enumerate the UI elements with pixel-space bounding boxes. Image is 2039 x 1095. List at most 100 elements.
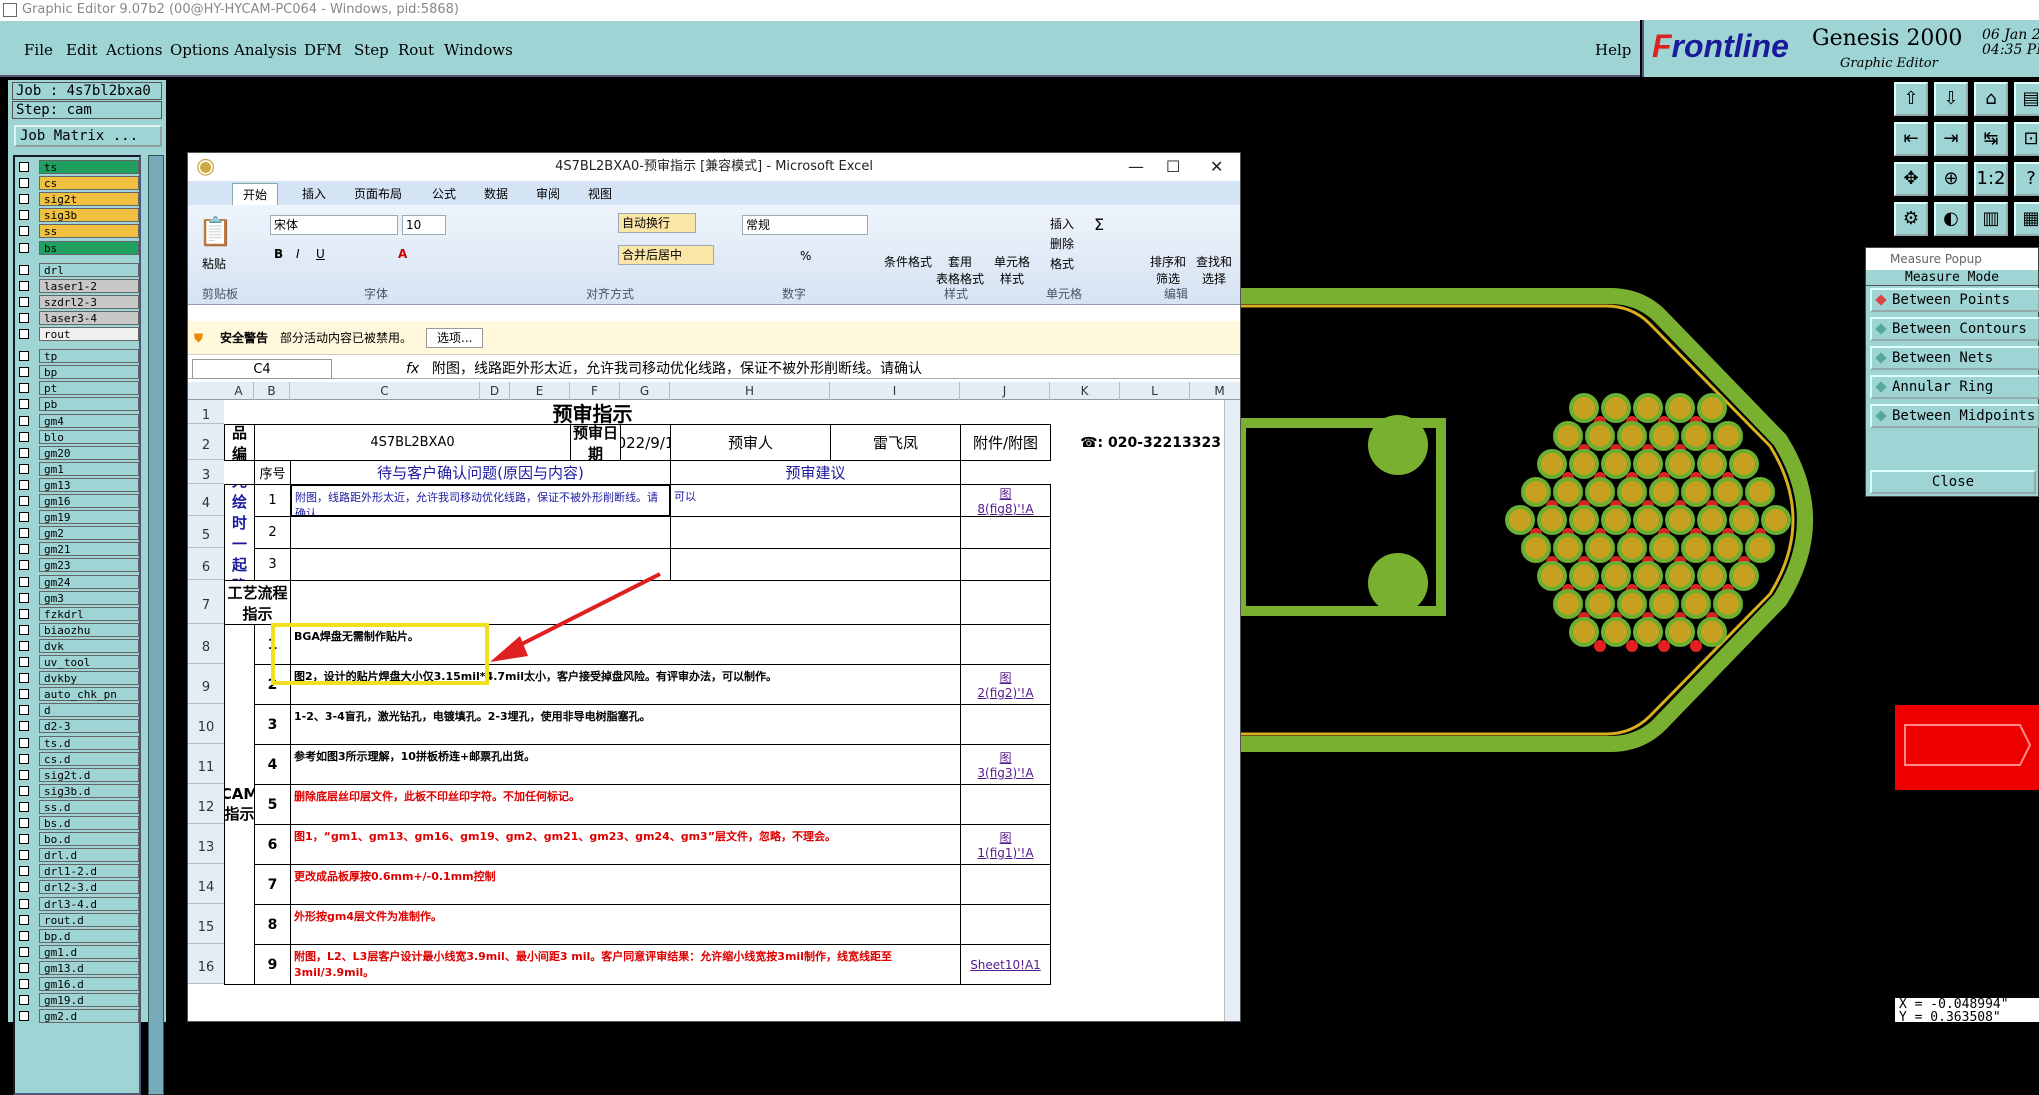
row-header[interactable]: 12: [188, 784, 224, 824]
suggestion-3[interactable]: [670, 548, 961, 581]
row-header[interactable]: 4: [188, 484, 224, 516]
cam-instruction-8[interactable]: 外形按gm4层文件为准制作。: [290, 904, 961, 945]
merge-center-button[interactable]: 合并后居中: [618, 245, 714, 265]
tool-button-icon[interactable]: ▦: [2014, 202, 2039, 236]
italic-button[interactable]: I: [296, 247, 300, 261]
bold-button[interactable]: B: [274, 247, 283, 261]
reviewer-label[interactable]: 预审人: [670, 424, 831, 461]
flow-attach[interactable]: [960, 580, 1051, 625]
row-header[interactable]: 1: [188, 400, 224, 424]
question-1[interactable]: 附图，线路距外形太近，允许我司移动优化线路，保证不被外形削断线。请确认: [290, 484, 671, 517]
paste-icon[interactable]: 📋: [198, 215, 233, 248]
question-2[interactable]: [290, 516, 671, 549]
name-box[interactable]: C4: [192, 359, 332, 379]
between-points-option[interactable]: Between Points: [1870, 288, 2039, 312]
font-size-select[interactable]: 10: [402, 215, 446, 235]
cam-instruction-7[interactable]: 更改成品板厚按0.6mm+/-0.1mm控制: [290, 864, 961, 905]
office-button-icon[interactable]: ◉: [196, 153, 215, 181]
tool-button-icon[interactable]: ⇧: [1894, 82, 1928, 116]
product-value[interactable]: 4S7BL2BXA0: [254, 424, 571, 461]
row-header[interactable]: 13: [188, 824, 224, 864]
insert-cells-button[interactable]: 插入: [1050, 215, 1074, 232]
fx-icon[interactable]: fx: [406, 359, 419, 379]
column-header[interactable]: G: [620, 382, 670, 400]
cam-label[interactable]: CAM 指示: [224, 624, 255, 985]
cam-attachment-3[interactable]: [960, 704, 1051, 745]
measure-close-button[interactable]: Close: [1870, 470, 2036, 494]
underline-button[interactable]: U: [316, 247, 325, 261]
tab-home[interactable]: 开始: [232, 183, 279, 205]
column-header[interactable]: B: [254, 382, 290, 400]
row-header[interactable]: 5: [188, 516, 224, 548]
column-header[interactable]: M: [1190, 382, 1240, 400]
delete-cells-button[interactable]: 删除: [1050, 235, 1074, 252]
vertical-scrollbar[interactable]: [1224, 400, 1240, 1021]
tool-button-icon[interactable]: ⊡: [2014, 122, 2039, 156]
paste-button[interactable]: 粘贴: [202, 255, 226, 272]
column-header[interactable]: C: [290, 382, 480, 400]
tool-button-icon[interactable]: ▤: [2014, 82, 2039, 116]
product-label[interactable]: 产品 编号: [224, 424, 255, 461]
column-header[interactable]: L: [1120, 382, 1190, 400]
row-header[interactable]: 11: [188, 744, 224, 784]
tool-button-icon[interactable]: ✥: [1894, 162, 1928, 196]
phone-number[interactable]: ☎: 020-32213323: [1050, 424, 1240, 461]
cam-instruction-4[interactable]: 参考如图3所示理解，10拼板桥连+邮票孔出货。: [290, 744, 961, 785]
tool-button-icon[interactable]: ◐: [1934, 202, 1968, 236]
tool-button-icon[interactable]: ⇩: [1934, 82, 1968, 116]
cam-attachment-2[interactable]: 图 2(fig2)'!A: [960, 664, 1051, 705]
row-header[interactable]: 10: [188, 704, 224, 744]
suggestion-header[interactable]: 预审建议: [670, 460, 961, 485]
cam-attachment-7[interactable]: [960, 864, 1051, 905]
sheet-title[interactable]: 预审指示: [224, 400, 961, 425]
attachment-2[interactable]: [960, 516, 1051, 549]
sort-filter-button[interactable]: 排序和 筛选: [1150, 253, 1186, 287]
minimize-icon[interactable]: —: [1128, 153, 1144, 181]
format-cells-button[interactable]: 格式: [1050, 255, 1074, 272]
font-name-select[interactable]: 宋体: [270, 215, 398, 235]
column-header[interactable]: H: [670, 382, 830, 400]
tab-insert[interactable]: 插入: [302, 185, 326, 202]
date-value[interactable]: 2022/9/15: [620, 424, 671, 461]
formula-input[interactable]: 附图，线路距外形太近，允许我司移动优化线路，保证不被外形削断线。请确认: [432, 359, 922, 379]
cam-seq-8[interactable]: 8: [254, 904, 291, 945]
tab-review[interactable]: 审阅: [536, 185, 560, 202]
row-header[interactable]: 7: [188, 580, 224, 624]
cam-instruction-6[interactable]: 图1，“gm1、gm13、gm16、gm19、gm2、gm21、gm23、gm2…: [290, 824, 961, 865]
font-color-button[interactable]: A: [398, 247, 407, 261]
tool-button-icon[interactable]: ⇤: [1894, 122, 1928, 156]
seq-1[interactable]: 1: [254, 484, 291, 517]
flow-value[interactable]: [290, 580, 961, 625]
cam-instruction-9[interactable]: 附图，L2、L3层客户设计最小线宽3.9mil、最小间距3 mil。客户同意评审…: [290, 944, 961, 985]
row-header[interactable]: 2: [188, 424, 224, 460]
seq-2[interactable]: 2: [254, 516, 291, 549]
row-header[interactable]: 16: [188, 944, 224, 984]
cam-attachment-8[interactable]: [960, 904, 1051, 945]
between-midpoints-option[interactable]: Between Midpoints: [1870, 404, 2039, 428]
cam-seq-6[interactable]: 6: [254, 824, 291, 865]
cam-instruction-5[interactable]: 删除底层丝印层文件，此板不印丝印字符。不加任何标记。: [290, 784, 961, 825]
find-select-button[interactable]: 查找和 选择: [1196, 253, 1232, 287]
cam-attachment-1[interactable]: [960, 624, 1051, 665]
row-header[interactable]: 6: [188, 548, 224, 580]
wrap-text-button[interactable]: 自动换行: [618, 213, 696, 233]
cam-instruction-3[interactable]: 1-2、3-4盲孔，激光钻孔，电镀填孔。2-3埋孔，使用非导电树脂塞孔。: [290, 704, 961, 745]
column-header[interactable]: K: [1050, 382, 1120, 400]
between-nets-option[interactable]: Between Nets: [1870, 346, 2039, 370]
percent-button[interactable]: %: [800, 249, 811, 263]
cell-styles-button[interactable]: 单元格 样式: [994, 253, 1030, 287]
tool-button-icon[interactable]: 1:2: [1974, 162, 2008, 196]
cam-attachment-4[interactable]: 图 3(fig3)'!A: [960, 744, 1051, 785]
date-label[interactable]: 预审日期: [570, 424, 621, 461]
tool-button-icon[interactable]: ⇥: [1934, 122, 1968, 156]
cam-seq-3[interactable]: 3: [254, 704, 291, 745]
tool-button-icon[interactable]: ⚙: [1894, 202, 1928, 236]
cam-attachment-6[interactable]: 图 1(fig1)'!A: [960, 824, 1051, 865]
column-header[interactable]: I: [830, 382, 960, 400]
column-header[interactable]: E: [510, 382, 570, 400]
tab-page-layout[interactable]: 页面布局: [354, 185, 402, 202]
seq-3[interactable]: 3: [254, 548, 291, 581]
cam-seq-4[interactable]: 4: [254, 744, 291, 785]
number-format-select[interactable]: 常规: [742, 215, 868, 235]
tool-button-icon[interactable]: ?: [2014, 162, 2039, 196]
